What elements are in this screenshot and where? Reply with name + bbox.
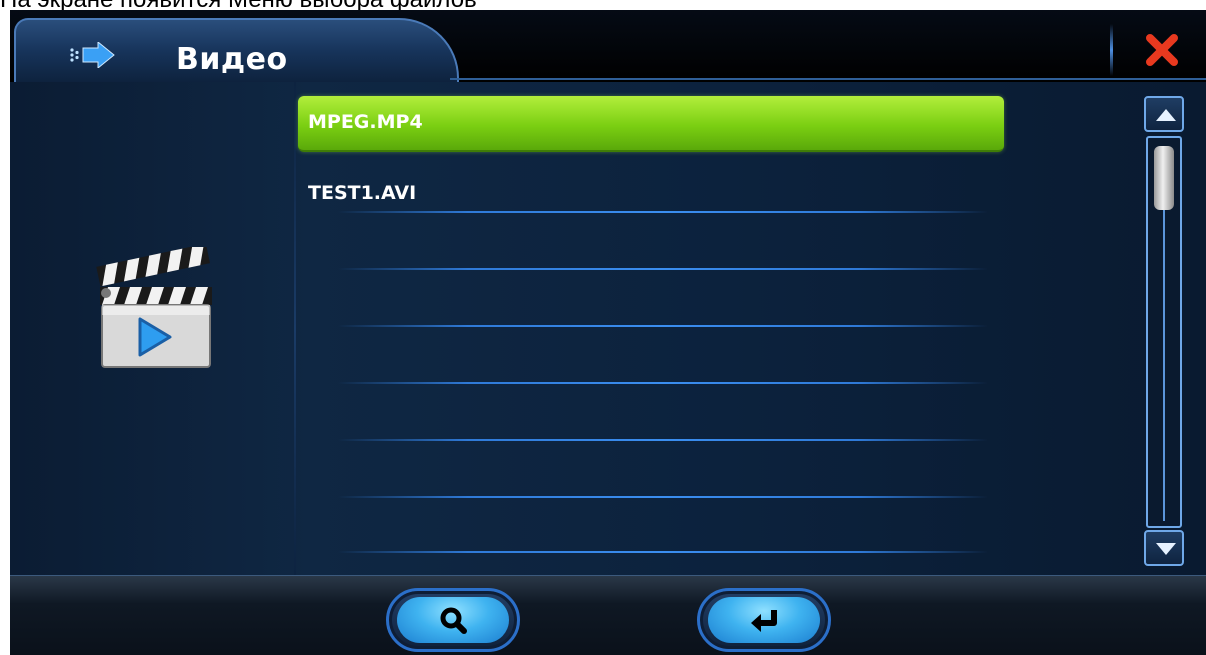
file-name: MPEG.MP4 xyxy=(308,111,423,133)
row-divider xyxy=(338,551,988,553)
arrow-right-icon xyxy=(70,42,115,68)
file-name: TEST1.AVI xyxy=(308,182,417,204)
search-button-face xyxy=(397,597,509,643)
row-divider xyxy=(338,325,988,327)
close-icon[interactable] xyxy=(1140,28,1184,72)
row-divider xyxy=(338,268,988,270)
return-arrow-icon xyxy=(751,610,777,632)
video-clapperboard-icon xyxy=(96,247,212,368)
file-browser-panel: MPEG.MP4 TEST1.AVI xyxy=(10,82,1206,575)
bottom-bar xyxy=(10,575,1206,655)
search-icon xyxy=(440,607,467,634)
row-divider xyxy=(338,211,988,213)
scroll-up-button[interactable] xyxy=(1144,96,1184,132)
page-title: Видео xyxy=(176,42,288,77)
scroll-rail xyxy=(1163,186,1165,521)
scroll-track[interactable] xyxy=(1146,136,1182,528)
header-divider xyxy=(450,78,1206,80)
row-divider xyxy=(338,496,988,498)
triangle-up-icon xyxy=(1156,109,1176,121)
top-bar: Видео xyxy=(10,10,1206,88)
list-item[interactable]: MPEG.MP4 xyxy=(298,96,1004,152)
enter-button[interactable] xyxy=(697,588,831,652)
file-menu-screen: Видео MPEG.MP4 TEST1.AVI xyxy=(10,10,1206,655)
page-caption: На экране появится Меню выбора файлов xyxy=(0,0,1206,10)
header-separator xyxy=(1110,24,1113,76)
row-divider xyxy=(338,439,988,441)
file-list: MPEG.MP4 TEST1.AVI xyxy=(298,96,1010,566)
triangle-down-icon xyxy=(1156,543,1176,555)
scroll-down-button[interactable] xyxy=(1144,530,1184,566)
search-button[interactable] xyxy=(386,588,520,652)
panel-divider xyxy=(294,82,296,575)
video-tab[interactable]: Видео xyxy=(14,18,459,88)
scroll-thumb[interactable] xyxy=(1154,146,1174,210)
scrollbar[interactable] xyxy=(1142,96,1186,566)
row-divider xyxy=(338,382,988,384)
enter-button-face xyxy=(708,597,820,643)
